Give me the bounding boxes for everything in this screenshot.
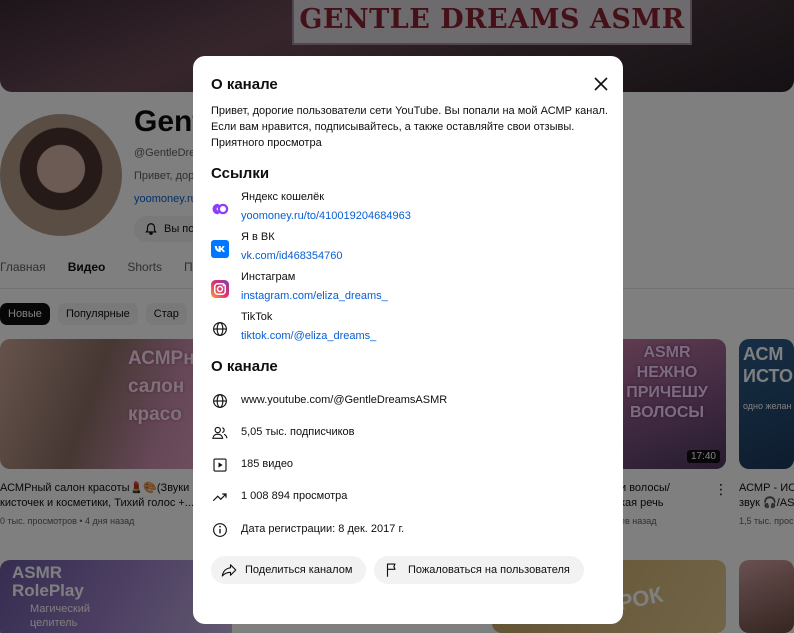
globe-icon <box>211 392 229 410</box>
links-heading: Ссылки <box>211 165 270 182</box>
about-heading: О канале <box>211 358 278 375</box>
flag-icon <box>386 563 396 577</box>
share-label: Поделиться каналом <box>245 564 353 576</box>
link-item: TikTok tiktok.com/@eliza_dreams_ <box>211 311 601 347</box>
link-item: Я в ВК vk.com/id468354760 <box>211 231 601 267</box>
info-row-joined: Дата регистрации: 8 дек. 2017 г. <box>211 520 601 540</box>
info-icon <box>211 521 229 539</box>
dialog-title: О канале <box>211 76 278 93</box>
channel-description: Привет, дорогие пользователи сети YouTub… <box>211 105 608 149</box>
share-channel-button[interactable]: Поделиться каналом <box>211 556 367 584</box>
video-icon <box>211 456 229 474</box>
channel-url[interactable]: www.youtube.com/@GentleDreamsASMR <box>241 394 447 406</box>
link-label: Яндекс кошелёк <box>241 191 325 203</box>
subscribers-icon <box>211 424 229 442</box>
link-item: Инстаграм instagram.com/eliza_dreams_ <box>211 271 601 307</box>
report-label: Пожаловаться на пользователя <box>408 564 570 576</box>
link-url[interactable]: vk.com/id468354760 <box>241 250 343 262</box>
info-row-videos: 185 видео <box>211 455 601 475</box>
close-icon <box>594 77 608 91</box>
link-label: Я в ВК <box>241 231 275 243</box>
close-button[interactable] <box>589 72 613 96</box>
yoomoney-icon <box>211 200 229 218</box>
vk-icon <box>211 240 229 258</box>
about-dialog: О канале Привет, дорогие пользователи се… <box>193 56 623 624</box>
joined-date: Дата регистрации: 8 дек. 2017 г. <box>241 523 405 535</box>
info-row-subscribers: 5,05 тыс. подписчиков <box>211 423 601 443</box>
subscriber-count: 5,05 тыс. подписчиков <box>241 426 355 438</box>
trending-icon <box>211 488 229 506</box>
globe-icon <box>211 320 229 338</box>
info-row-views: 1 008 894 просмотра <box>211 487 601 507</box>
view-count: 1 008 894 просмотра <box>241 490 348 502</box>
report-user-button[interactable]: Пожаловаться на пользователя <box>374 556 584 584</box>
video-count: 185 видео <box>241 458 294 470</box>
link-url[interactable]: tiktok.com/@eliza_dreams_ <box>241 330 376 342</box>
link-label: Инстаграм <box>241 271 296 283</box>
link-url[interactable]: instagram.com/eliza_dreams_ <box>241 290 388 302</box>
link-url[interactable]: yoomoney.ru/to/410019204684963 <box>241 210 411 222</box>
link-item: Яндекс кошелёк yoomoney.ru/to/4100192046… <box>211 191 601 227</box>
share-icon <box>221 564 237 577</box>
link-label: TikTok <box>241 311 273 323</box>
instagram-icon <box>211 280 229 298</box>
info-row-url: www.youtube.com/@GentleDreamsASMR <box>211 391 601 411</box>
